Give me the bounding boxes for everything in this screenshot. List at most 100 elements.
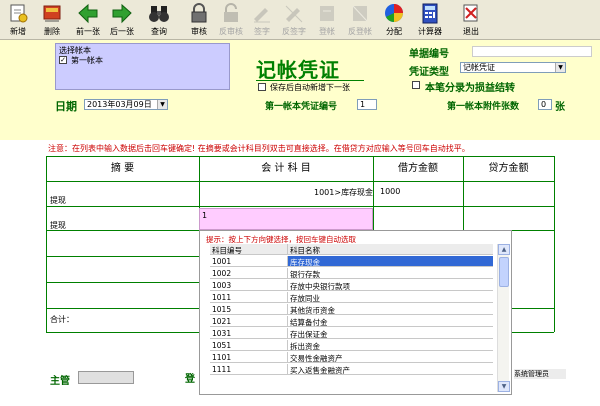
voucher-type-value: 记帐凭证 — [463, 63, 495, 72]
account-book-checkbox[interactable]: ✓ — [59, 56, 67, 64]
unsign-button[interactable]: 反签字 — [278, 1, 310, 38]
current-user: 系统管理员 — [514, 369, 566, 379]
calculator-icon — [422, 3, 438, 24]
voucher-number-label: 第一帐本凭证编号 — [265, 102, 338, 112]
account-book-panel: 选择帐本 ✓ 第一帐本 — [55, 43, 230, 90]
scroll-down-icon[interactable]: ▼ — [498, 381, 510, 392]
grid-line — [46, 332, 199, 333]
voucher-type-select[interactable]: 记帐凭证 ▼ — [460, 62, 566, 73]
col-header-summary: 摘 要 — [110, 163, 135, 174]
delete-icon — [43, 5, 61, 22]
exit-button[interactable]: 退出 — [455, 1, 487, 38]
list-item[interactable]: 1021 结算备付金 — [210, 316, 493, 327]
save-new-checkbox[interactable] — [258, 83, 266, 91]
account-input[interactable]: 1 — [199, 208, 373, 230]
pie-chart-icon — [385, 4, 403, 22]
account-book-label: 第一帐本 — [71, 56, 103, 65]
date-label: 日期 — [55, 100, 77, 113]
calculator-label: 计算器 — [418, 27, 442, 36]
unlock-icon — [224, 3, 238, 22]
list-item[interactable]: 1111 买入返售金融资产 — [210, 364, 493, 375]
list-item[interactable]: 1015 其他货币资金 — [210, 304, 493, 315]
next-arrow-icon — [112, 3, 132, 24]
date-value: 2013年03月09日 — [87, 100, 152, 109]
attachment-count-field[interactable]: 0 — [538, 99, 552, 110]
delete-button[interactable]: 删除 — [36, 1, 68, 38]
doc-no-field[interactable] — [472, 46, 592, 57]
allocate-label: 分配 — [386, 27, 402, 36]
row1-debit[interactable]: 1000 — [380, 187, 400, 196]
date-picker[interactable]: 2013年03月09日 ▼ — [84, 99, 168, 110]
delete-label: 删除 — [44, 27, 60, 36]
grid-line — [512, 308, 554, 309]
save-new-label: 保存后自动新增下一张 — [270, 83, 350, 92]
grid-line — [512, 332, 554, 333]
voucher-type-label: 凭证类型 — [409, 67, 449, 78]
unsign-icon — [285, 5, 303, 23]
calculator-button[interactable]: 计算器 — [414, 1, 446, 38]
new-button[interactable]: 新增 — [2, 1, 34, 38]
grid-line — [46, 181, 554, 182]
prev-button[interactable]: 前一张 — [72, 1, 104, 38]
row2-summary[interactable]: 提现 — [50, 220, 66, 231]
entry-label: 登 — [185, 374, 195, 385]
list-item[interactable]: 1051 拆出资金 — [210, 340, 493, 351]
unpost-icon — [352, 5, 368, 22]
grid-line — [46, 308, 199, 309]
col-header-credit: 贷方金额 — [488, 163, 529, 174]
title-underline — [256, 80, 364, 81]
list-item[interactable]: 1101 交易性金融资产 — [210, 352, 493, 363]
list-header: 科目编号 科目名称 — [210, 244, 493, 255]
binoculars-icon — [149, 6, 169, 22]
toolbar: 新增 删除 前一张 后一张 查询 审核 反审核 签字 反签字 登帐 反登帐 分配… — [0, 0, 600, 40]
exit-icon — [463, 4, 478, 22]
list-scrollbar[interactable]: ▲ ▼ — [497, 244, 510, 392]
sign-icon — [254, 8, 270, 23]
grid-line — [554, 156, 555, 332]
grid-line — [46, 282, 199, 283]
query-button[interactable]: 查询 — [143, 1, 175, 38]
next-label: 后一张 — [110, 27, 134, 36]
chevron-down-icon: ▼ — [555, 63, 565, 72]
col-header-debit: 借方金额 — [398, 163, 438, 174]
notice-text: 注意：在列表中输入数据后击回车键确定! 在摘要或会计科目列双击可直接选择。在借贷… — [48, 144, 470, 153]
doc-no-label: 单据编号 — [409, 49, 449, 60]
list-item[interactable]: 1003 存放中央银行款项 — [210, 280, 493, 291]
col-code-header: 科目编号 — [212, 246, 242, 255]
grid-line — [46, 256, 199, 257]
list-item[interactable]: 1002 银行存款 — [210, 268, 493, 279]
supervisor-field[interactable] — [78, 371, 134, 384]
grid-line — [46, 156, 554, 157]
post-button[interactable]: 登帐 — [311, 1, 343, 38]
unpost-button[interactable]: 反登帐 — [344, 1, 376, 38]
chevron-down-icon: ▼ — [157, 100, 167, 109]
post-icon — [320, 6, 334, 21]
grid-line — [46, 156, 47, 332]
list-item[interactable]: 1011 存放同业 — [210, 292, 493, 303]
next-button[interactable]: 后一张 — [106, 1, 138, 38]
total-label: 合计： — [50, 315, 74, 324]
new-doc-icon — [10, 4, 28, 23]
voucher-number-field[interactable]: 1 — [357, 99, 377, 110]
profit-loss-checkbox[interactable] — [412, 81, 420, 89]
scroll-up-icon[interactable]: ▲ — [498, 244, 510, 255]
query-label: 查询 — [151, 27, 167, 36]
page-title: 记帐凭证 — [256, 58, 340, 82]
list-item[interactable]: 1031 存出保证金 — [210, 328, 493, 339]
col-name-header: 科目名称 — [290, 246, 320, 255]
profit-loss-label: 本笔分录为损益结转 — [425, 83, 515, 94]
attachment-count-label: 第一帐本附件张数 — [447, 102, 520, 112]
grid-line — [46, 230, 199, 231]
col-header-account: 会 计 科 目 — [261, 163, 311, 174]
list-item[interactable]: 1001 库存现金 — [210, 256, 493, 267]
row1-account[interactable]: 1001>库存现金 — [314, 187, 373, 198]
allocate-button[interactable]: 分配 — [378, 1, 410, 38]
exit-label: 退出 — [463, 27, 479, 36]
row1-summary[interactable]: 提现 — [50, 195, 66, 206]
attachment-unit: 张 — [555, 102, 565, 113]
supervisor-label: 主管 — [50, 376, 70, 387]
account-picker-popup: 提示：按上下方向键选择，按回车键自动选取 科目编号 科目名称 1001 库存现金 … — [199, 230, 512, 395]
scroll-thumb[interactable] — [499, 257, 509, 287]
prev-arrow-icon — [78, 3, 98, 24]
grid-line — [46, 206, 554, 207]
